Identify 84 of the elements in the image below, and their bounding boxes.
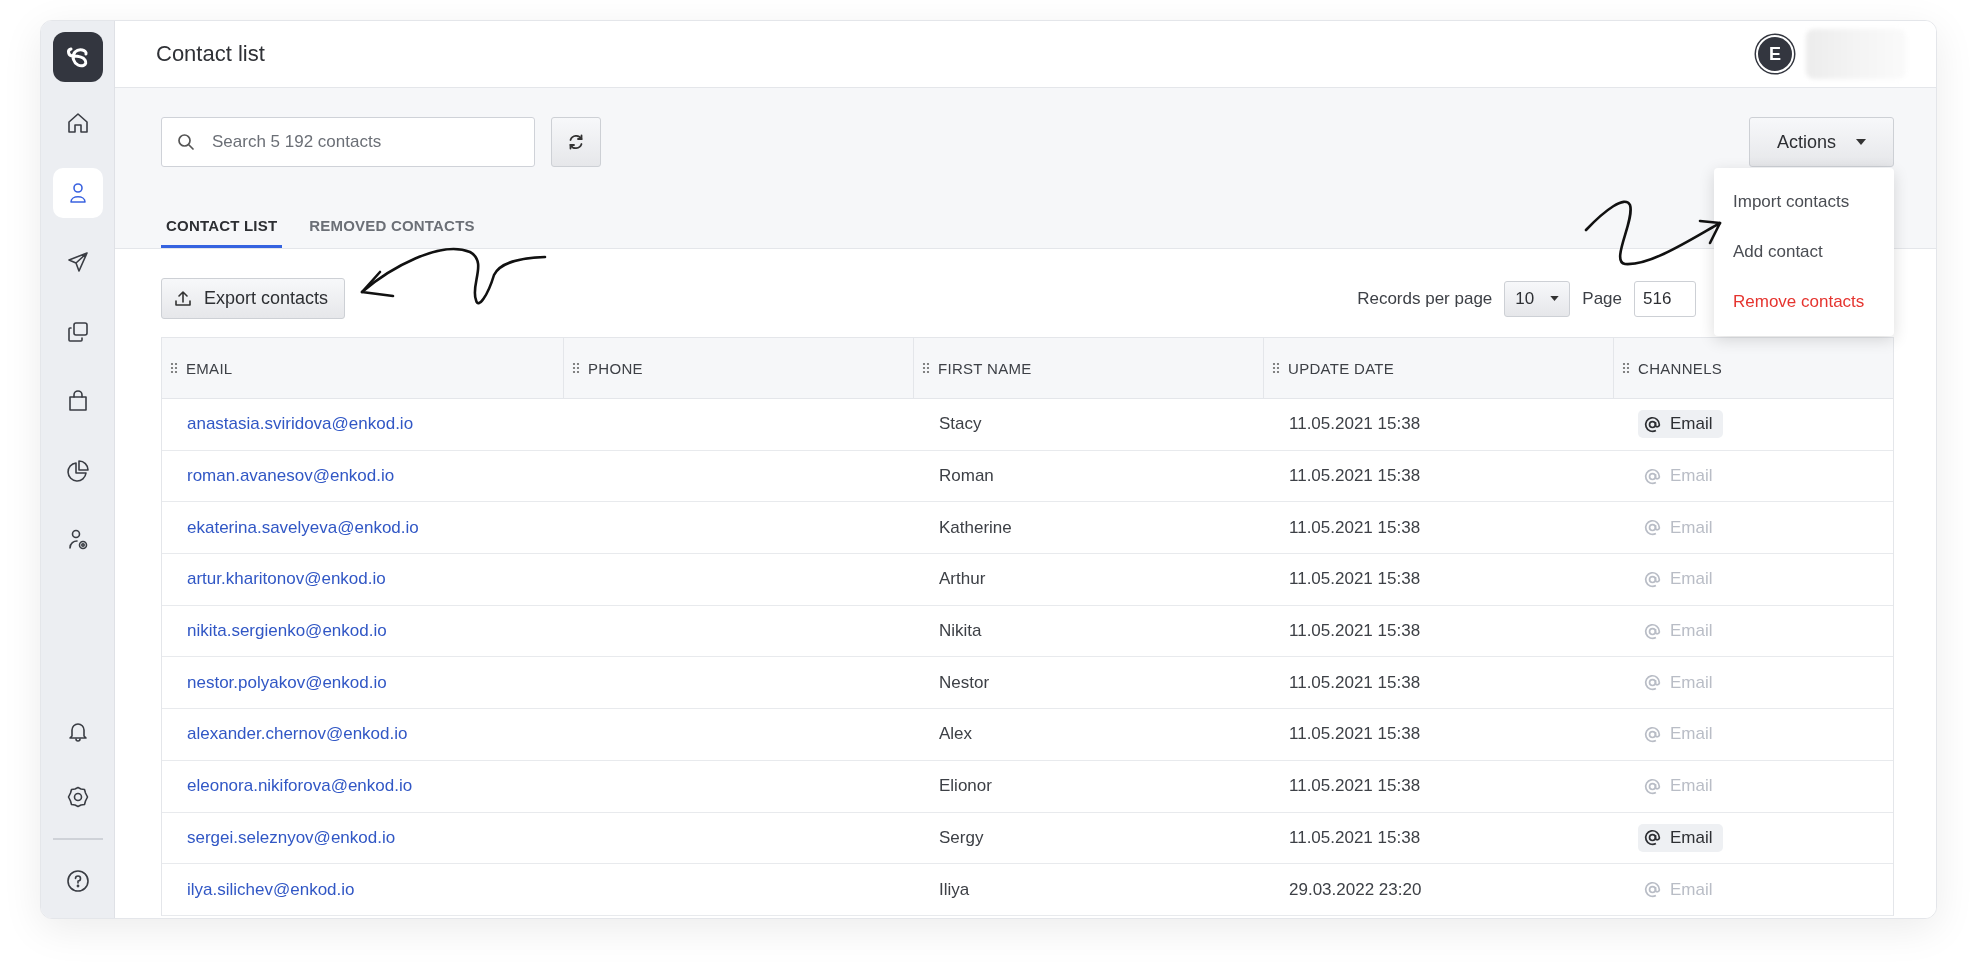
column-header[interactable]: CHANNELS <box>1614 338 1893 398</box>
at-sign-icon <box>1644 519 1661 537</box>
update-date-cell: 11.05.2021 15:38 <box>1289 672 1421 693</box>
actions-button[interactable]: Actions <box>1749 117 1894 167</box>
channel-tag: Email <box>1638 410 1723 439</box>
at-sign-icon <box>1644 777 1661 795</box>
first-name-cell: Iliya <box>939 879 970 900</box>
update-date-cell: 11.05.2021 15:38 <box>1289 621 1421 642</box>
page-label: Page <box>1582 288 1622 309</box>
column-title: EMAIL <box>186 359 233 377</box>
first-name-cell: Nikita <box>939 621 982 642</box>
email-link[interactable]: ilya.silichev@enkod.io <box>187 879 355 900</box>
at-sign-icon <box>1644 415 1661 433</box>
first-name-cell: Stacy <box>939 414 982 435</box>
email-link[interactable]: ekaterina.savelyeva@enkod.io <box>187 517 419 538</box>
column-title: UPDATE DATE <box>1288 359 1395 377</box>
column-header[interactable]: EMAIL <box>162 338 564 398</box>
at-sign-icon <box>1644 467 1661 485</box>
channel-tag: Email <box>1638 462 1723 491</box>
update-date-cell: 11.05.2021 15:38 <box>1289 827 1421 848</box>
export-button[interactable]: Export contacts <box>161 278 346 319</box>
first-name-cell: Arthur <box>939 569 986 590</box>
column-header[interactable]: UPDATE DATE <box>1264 338 1614 398</box>
caret-icon <box>1856 139 1866 145</box>
first-name-cell: Roman <box>939 466 994 487</box>
channel-tag: Email <box>1638 513 1723 542</box>
column-title: FIRST NAME <box>938 359 1032 377</box>
update-date-cell: 11.05.2021 15:38 <box>1289 414 1421 435</box>
update-date-cell: 11.05.2021 15:38 <box>1289 466 1421 487</box>
tab[interactable]: REMOVED CONTACTS <box>304 211 480 248</box>
email-link[interactable]: anastasia.sviridova@enkod.io <box>187 414 414 435</box>
channel-tag: Email <box>1638 565 1723 594</box>
channel-tag: Email <box>1638 823 1723 852</box>
update-date-cell: 11.05.2021 15:38 <box>1289 569 1421 590</box>
menu-item[interactable]: Import contacts <box>1714 177 1894 227</box>
at-sign-icon <box>1644 881 1661 899</box>
channel-tag: Email <box>1638 720 1723 749</box>
at-sign-icon <box>1644 829 1661 847</box>
first-name-cell: Nestor <box>939 672 990 693</box>
at-sign-icon <box>1644 570 1661 588</box>
drag-handle-icon <box>170 362 178 374</box>
drag-handle-icon <box>572 362 580 374</box>
menu-item[interactable]: Add contact <box>1714 227 1894 277</box>
first-name-cell: Katherine <box>939 517 1012 538</box>
email-link[interactable]: roman.avanesov@enkod.io <box>187 466 395 487</box>
channel-tag: Email <box>1638 772 1723 801</box>
upload-icon <box>174 289 192 308</box>
email-link[interactable]: eleonora.nikiforova@enkod.io <box>187 776 413 797</box>
at-sign-icon <box>1644 674 1661 692</box>
email-link[interactable]: sergei.seleznyov@enkod.io <box>187 827 396 848</box>
refresh-button[interactable] <box>551 117 601 167</box>
email-link[interactable]: nikita.sergienko@enkod.io <box>187 621 387 642</box>
first-name-cell: Elionor <box>939 776 992 797</box>
first-name-cell: Sergy <box>939 827 984 848</box>
column-title: CHANNELS <box>1638 359 1723 377</box>
at-sign-icon <box>1644 725 1661 743</box>
column-header[interactable]: FIRST NAME <box>914 338 1264 398</box>
channel-tag: Email <box>1638 875 1723 904</box>
update-date-cell: 11.05.2021 15:38 <box>1289 776 1421 797</box>
search-field[interactable]: Search 5 192 contacts <box>161 117 535 167</box>
drag-handle-icon <box>1622 362 1630 374</box>
email-link[interactable]: artur.kharitonov@enkod.io <box>187 569 386 590</box>
update-date-cell: 11.05.2021 15:38 <box>1289 517 1421 538</box>
menu-item[interactable]: Remove contacts <box>1714 277 1894 327</box>
logo-icon <box>52 32 103 82</box>
nav-contacts-icon[interactable] <box>52 167 103 218</box>
column-header[interactable]: PHONE <box>564 338 914 398</box>
page-title: Contact list <box>156 41 265 67</box>
page-input[interactable]: 516 <box>1634 280 1696 317</box>
first-name-cell: Alex <box>939 724 973 745</box>
drag-handle-icon <box>1272 362 1280 374</box>
drag-handle-icon <box>922 362 930 374</box>
update-date-cell: 11.05.2021 15:38 <box>1289 724 1421 745</box>
at-sign-icon <box>1644 622 1661 640</box>
channel-tag: Email <box>1638 668 1723 697</box>
email-link[interactable]: nestor.polyakov@enkod.io <box>187 672 387 693</box>
records-per-page-label: Records per page <box>1357 288 1493 309</box>
user-avatar[interactable]: E <box>1756 35 1794 73</box>
caret-icon <box>1550 296 1560 301</box>
update-date-cell: 29.03.2022 23:20 <box>1289 879 1422 900</box>
records-per-page-select[interactable]: 10 <box>1504 280 1571 317</box>
channel-tag: Email <box>1638 617 1723 646</box>
column-title: PHONE <box>588 359 643 377</box>
email-link[interactable]: alexander.chernov@enkod.io <box>187 724 408 745</box>
